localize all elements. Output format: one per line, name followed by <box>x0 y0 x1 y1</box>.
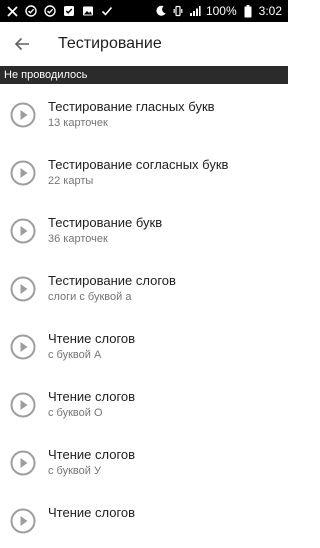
section-header: Не проводилось <box>0 66 288 84</box>
list-item-title: Чтение слогов <box>48 389 136 404</box>
list-item-title: Чтение слогов <box>48 447 136 462</box>
list-item[interactable]: Чтение слогов <box>0 490 288 548</box>
list-item-subtitle: с буквой У <box>48 465 101 477</box>
battery-percent: 100% <box>205 4 237 18</box>
page-title: Тестирование <box>58 35 162 52</box>
app-bar: Тестирование <box>0 22 288 66</box>
list-item-title: Тестирование согласных букв <box>48 157 229 172</box>
list-item-title: Чтение слогов <box>48 331 136 346</box>
play-circle-icon <box>10 276 36 302</box>
list-item-title: Тестирование гласных букв <box>48 99 215 114</box>
list-item[interactable]: Тестирование согласных букв 22 карты <box>0 142 288 200</box>
play-circle-icon <box>10 160 36 186</box>
list-item-subtitle: с буквой А <box>48 349 102 361</box>
list-item-subtitle: с буквой О <box>48 407 103 419</box>
check-icon <box>101 5 113 17</box>
list-item-title: Тестирование слогов <box>48 273 176 288</box>
signal-icon <box>189 5 201 17</box>
list-item[interactable]: Тестирование букв 36 карточек <box>0 200 288 258</box>
check-circle-icon <box>44 5 56 17</box>
list-item-subtitle: 22 карты <box>48 175 94 187</box>
list-item[interactable]: Чтение слогов с буквой У <box>0 432 288 490</box>
play-circle-icon <box>10 450 36 476</box>
image-icon <box>82 5 94 17</box>
moon-icon <box>155 5 167 17</box>
play-circle-icon <box>10 334 36 360</box>
close-icon <box>6 5 18 17</box>
list-item-subtitle: 13 карточек <box>48 117 108 129</box>
check-circle-icon <box>25 5 37 17</box>
list-item-title: Чтение слогов <box>48 505 136 520</box>
list-item[interactable]: Тестирование слогов слоги с буквой а <box>0 258 288 316</box>
clock: 3:02 <box>258 4 282 18</box>
play-circle-icon <box>10 218 36 244</box>
list-item-subtitle: 36 карточек <box>48 233 108 245</box>
list-item-subtitle: слоги с буквой а <box>48 291 132 303</box>
status-bar-notifications <box>0 5 113 17</box>
checkbox-icon <box>63 5 75 17</box>
list-item[interactable]: Тестирование гласных букв 13 карточек <box>0 84 288 142</box>
play-circle-icon <box>10 392 36 418</box>
list-item[interactable]: Чтение слогов с буквой О <box>0 374 288 432</box>
back-button[interactable] <box>0 22 44 66</box>
test-list: Тестирование гласных букв 13 карточек Те… <box>0 84 288 548</box>
battery-icon <box>242 4 254 17</box>
list-item-title: Тестирование букв <box>48 215 163 230</box>
arrow-back-icon <box>14 37 29 51</box>
list-item[interactable]: Чтение слогов с буквой А <box>0 316 288 374</box>
play-circle-icon <box>10 102 36 128</box>
status-bar-system: 100% 3:02 <box>155 4 288 18</box>
vibrate-icon <box>172 5 184 17</box>
status-bar: 100% 3:02 <box>0 0 288 22</box>
